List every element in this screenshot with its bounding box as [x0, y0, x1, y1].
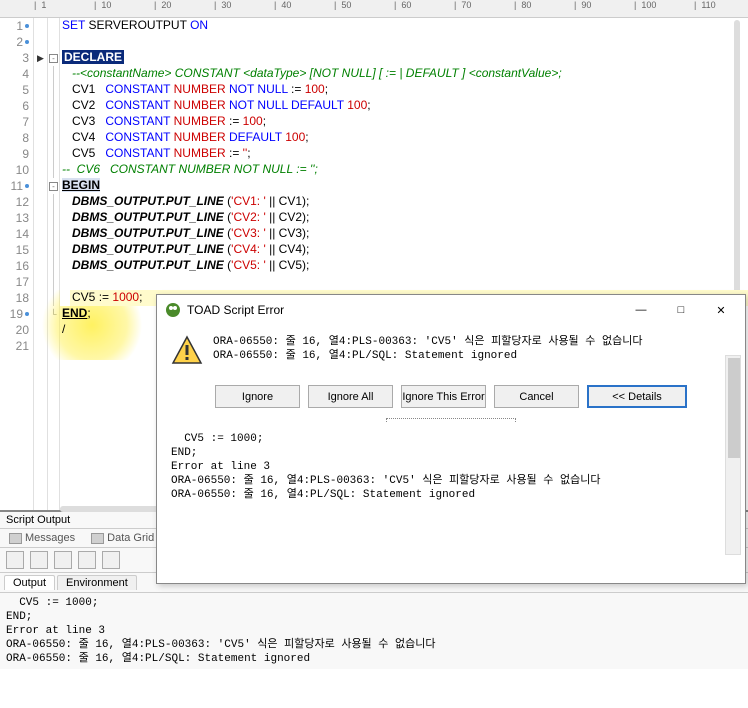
warning-icon: [171, 335, 203, 367]
dialog-separator-icon[interactable]: [386, 418, 516, 422]
ignore-all-button[interactable]: Ignore All: [308, 385, 393, 408]
grid-icon: [91, 533, 104, 544]
environment-subtab[interactable]: Environment: [57, 575, 137, 590]
fold-gutter[interactable]: - - └: [48, 18, 60, 510]
messages-tab[interactable]: Messages: [6, 531, 78, 545]
close-button[interactable]: ✕: [701, 297, 741, 323]
toolbar-print-button[interactable]: [102, 551, 120, 569]
line-number-gutter: 1 2 3 4 5 6 7 8 9 10 11 12 13 14 15 16 1…: [0, 18, 34, 510]
begin-keyword: BEGIN: [62, 178, 100, 192]
messages-icon: [9, 533, 22, 544]
ignore-button[interactable]: Ignore: [215, 385, 300, 408]
ignore-this-error-button[interactable]: Ignore This Error: [401, 385, 486, 408]
dialog-details-text[interactable]: CV5 := 1000; END; Error at line 3 ORA-06…: [157, 428, 745, 512]
output-text[interactable]: CV5 := 1000; END; Error at line 3 ORA-06…: [0, 593, 748, 669]
output-subtab[interactable]: Output: [4, 575, 55, 590]
cancel-button[interactable]: Cancel: [494, 385, 579, 408]
column-ruler: | 1| 10| 20| 30| 40| 50| 60| 70| 80| 90|…: [0, 0, 748, 18]
declare-keyword: DECLARE: [62, 50, 124, 64]
marker-gutter: ▶: [34, 18, 48, 510]
toolbar-button-2[interactable]: [30, 551, 48, 569]
details-button[interactable]: << Details: [587, 385, 687, 408]
dialog-error-message: ORA-06550: 줄 16, 열4:PLS-00363: 'CV5' 식은 …: [213, 335, 731, 367]
dialog-title-text: TOAD Script Error: [187, 303, 284, 317]
toolbar-button-4[interactable]: [78, 551, 96, 569]
minimize-button[interactable]: —: [621, 297, 661, 323]
fold-toggle-icon[interactable]: -: [49, 182, 58, 191]
data-grid-tab[interactable]: Data Grid: [88, 531, 157, 545]
toolbar-button-3[interactable]: [54, 551, 72, 569]
dialog-scrollbar[interactable]: [725, 355, 741, 555]
dialog-titlebar[interactable]: TOAD Script Error — □ ✕: [157, 295, 745, 325]
toad-icon: [165, 302, 181, 318]
fold-toggle-icon[interactable]: -: [49, 54, 58, 63]
toolbar-button-1[interactable]: [6, 551, 24, 569]
current-line-marker: ▶: [34, 50, 47, 66]
script-error-dialog: TOAD Script Error — □ ✕ ORA-06550: 줄 16,…: [156, 294, 746, 584]
end-keyword: END: [62, 306, 87, 320]
maximize-button[interactable]: □: [661, 297, 701, 323]
